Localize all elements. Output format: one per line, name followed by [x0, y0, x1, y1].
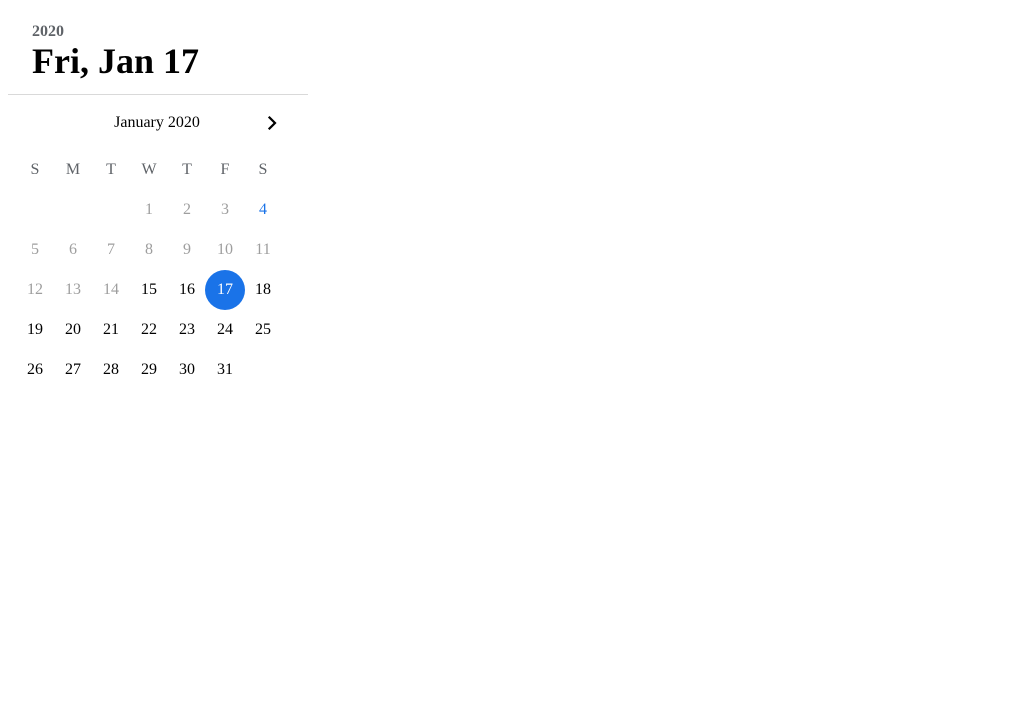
calendar-day-number: 13 — [65, 281, 81, 298]
calendar-day[interactable]: 20 — [54, 310, 92, 350]
calendar-day-number: 4 — [259, 201, 267, 218]
calendar-day-number: 22 — [141, 321, 157, 338]
calendar-day-number: 8 — [145, 241, 153, 258]
calendar-day-number: 30 — [179, 361, 195, 378]
calendar-day-number: 23 — [179, 321, 195, 338]
calendar-day-number: 26 — [27, 361, 43, 378]
calendar-day[interactable]: 19 — [16, 310, 54, 350]
calendar-day-number: 29 — [141, 361, 157, 378]
year-label[interactable]: 2020 — [32, 24, 308, 40]
date-picker-header: 2020 Fri, Jan 17 — [8, 0, 308, 95]
calendar-day[interactable]: 23 — [168, 310, 206, 350]
calendar-day-number: 9 — [183, 241, 191, 258]
calendar-day[interactable]: 16 — [168, 270, 206, 310]
calendar-day-number: 20 — [65, 321, 81, 338]
calendar-week-row: 26 27 28 29 30 31 — [16, 350, 282, 390]
calendar-day-number: 25 — [255, 321, 271, 338]
next-month-button[interactable] — [260, 111, 284, 135]
weekday-label: M — [65, 161, 81, 178]
calendar-day: 8 — [130, 230, 168, 270]
calendar-day[interactable]: 22 — [130, 310, 168, 350]
calendar-day: 6 — [54, 230, 92, 270]
calendar-day[interactable]: 25 — [244, 310, 282, 350]
calendar-day-number: 15 — [141, 281, 157, 298]
calendar-day[interactable]: 24 — [206, 310, 244, 350]
weekday-label: W — [141, 161, 157, 178]
selected-date-title: Fri, Jan 17 — [32, 41, 199, 81]
calendar-day: 1 — [130, 190, 168, 230]
calendar-day-number: 1 — [145, 201, 153, 218]
calendar-day: 2 — [168, 190, 206, 230]
calendar-day-number: 28 — [103, 361, 119, 378]
calendar-day-number: 6 — [69, 241, 77, 258]
calendar-day-number: 14 — [103, 281, 119, 298]
calendar-week-row: 1 2 3 4 — [16, 190, 282, 230]
calendar-empty-cell — [16, 190, 54, 230]
calendar-day: 10 — [206, 230, 244, 270]
calendar-day: 12 — [16, 270, 54, 310]
calendar-week-row: 12 13 14 15 16 17 18 — [16, 270, 282, 310]
calendar-day[interactable]: 18 — [244, 270, 282, 310]
weekday-header-row: S M T W T F S — [16, 150, 282, 190]
calendar-weeks: 1 2 3 4 5 6 7 8 9 10 11 12 13 14 15 16 17 18 19 20 21 22 23 24 2… — [16, 190, 282, 390]
calendar-day-number: 12 — [27, 281, 43, 298]
calendar-day[interactable]: 30 — [168, 350, 206, 390]
calendar-day-number: 19 — [27, 321, 43, 338]
calendar-day[interactable]: 21 — [92, 310, 130, 350]
calendar-day-number: 24 — [217, 321, 233, 338]
calendar-day-number: 27 — [65, 361, 81, 378]
weekday-label: F — [220, 161, 230, 178]
calendar-day[interactable]: 15 — [130, 270, 168, 310]
chevron-right-icon — [267, 115, 277, 131]
calendar-day-selected[interactable]: 17 — [205, 270, 245, 310]
calendar-day: 5 — [16, 230, 54, 270]
calendar-day-number: 21 — [103, 321, 119, 338]
weekday-label: T — [106, 161, 116, 178]
calendar-day[interactable]: 29 — [130, 350, 168, 390]
calendar-day[interactable]: 26 — [16, 350, 54, 390]
month-navigation: January 2020 — [8, 95, 308, 151]
date-picker: 2020 Fri, Jan 17 January 2020 — [8, 0, 308, 151]
calendar-day[interactable]: 27 — [54, 350, 92, 390]
calendar-day: 7 — [92, 230, 130, 270]
calendar-day[interactable]: 28 — [92, 350, 130, 390]
calendar-day-number: 7 — [107, 241, 115, 258]
calendar-day-number: 5 — [31, 241, 39, 258]
calendar-day: 13 — [54, 270, 92, 310]
calendar-empty-cell — [54, 190, 92, 230]
calendar-day-number: 18 — [255, 281, 271, 298]
calendar-week-row: 19 20 21 22 23 24 25 — [16, 310, 282, 350]
calendar-day: 3 — [206, 190, 244, 230]
calendar-day: 14 — [92, 270, 130, 310]
calendar-day-number: 2 — [183, 201, 191, 218]
calendar-day-number: 16 — [179, 281, 195, 298]
calendar-day[interactable]: 31 — [206, 350, 244, 390]
calendar-day[interactable]: 4 — [244, 190, 282, 230]
weekday-label: T — [182, 161, 192, 178]
weekday-label: S — [30, 161, 40, 178]
calendar-day-number: 31 — [217, 361, 233, 378]
calendar-day-number: 10 — [217, 241, 233, 258]
calendar-day: 9 — [168, 230, 206, 270]
calendar-day-number: 11 — [255, 241, 271, 258]
weekday-label: S — [258, 161, 268, 178]
calendar-empty-cell — [244, 350, 282, 390]
calendar-grid: S M T W T F S 1 2 3 4 5 6 7 8 9 10 11 12 13 14 15 16 17 1… — [16, 150, 282, 390]
calendar-empty-cell — [92, 190, 130, 230]
calendar-week-row: 5 6 7 8 9 10 11 — [16, 230, 282, 270]
calendar-day: 11 — [244, 230, 282, 270]
calendar-day-number: 3 — [221, 201, 229, 218]
calendar-day-number: 17 — [217, 281, 233, 298]
